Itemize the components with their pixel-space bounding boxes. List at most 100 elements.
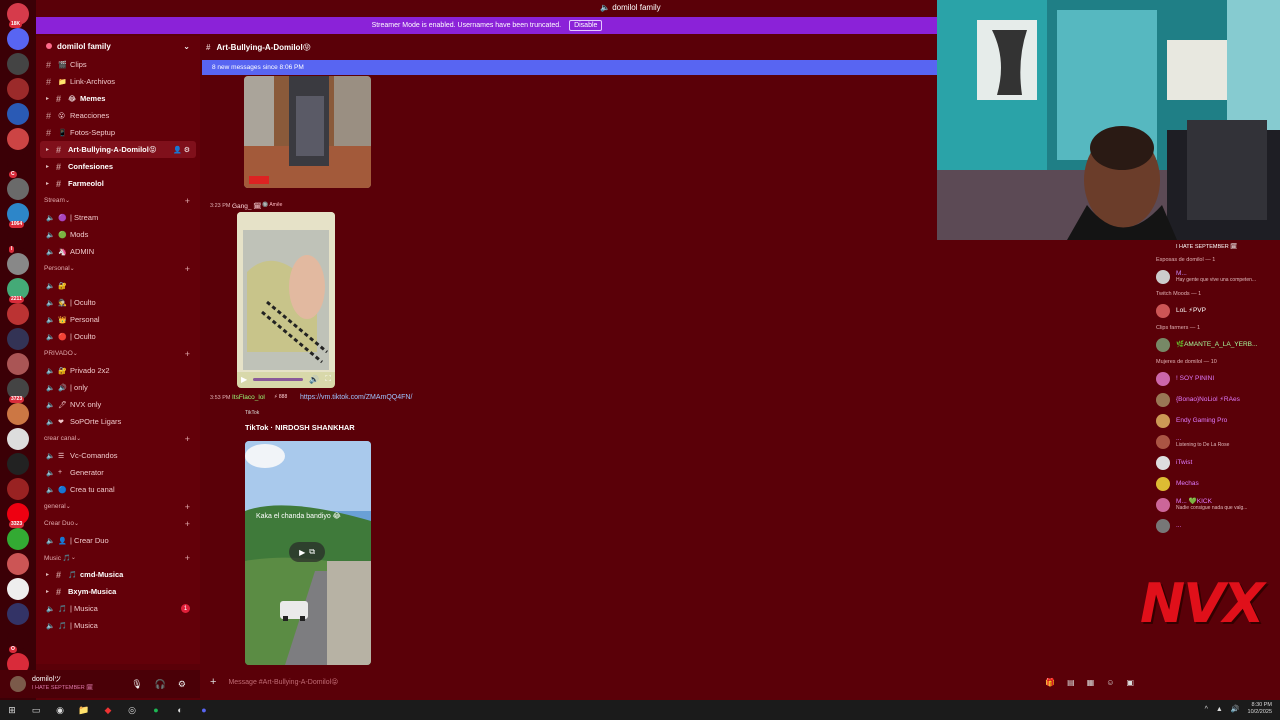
windows-start-icon[interactable]: ⊞ <box>0 700 24 720</box>
category-header[interactable]: Personal ⌄ + <box>36 260 200 277</box>
channel-item[interactable]: 🔈 + Generator <box>36 464 200 481</box>
server-icon[interactable] <box>7 553 29 575</box>
member-item[interactable]: ... Listening to De La Rose <box>1150 431 1280 452</box>
channel-4[interactable]: # 📱 Fotos-Septup <box>36 124 200 141</box>
network-icon[interactable]: ▲ <box>1216 706 1223 713</box>
terminal-icon[interactable]: ▭ <box>24 700 48 720</box>
spotify-icon[interactable]: ● <box>144 700 168 720</box>
channel-item[interactable]: 🔈 ☰ Vc-Comandos <box>36 447 200 464</box>
channel-item[interactable]: 🔈 🔐 <box>36 277 200 294</box>
volume-icon[interactable]: 🔊 <box>1231 705 1240 713</box>
server-icon[interactable] <box>7 178 29 200</box>
emoji-icon[interactable]: ☺ <box>1106 678 1114 687</box>
category-header[interactable]: PRIVADO ⌄ + <box>36 345 200 362</box>
add-channel-icon[interactable]: + <box>185 196 190 206</box>
server-icon[interactable]: I <box>7 228 29 253</box>
category-header[interactable]: crear canal ⌄ + <box>36 430 200 447</box>
server-icon[interactable] <box>7 428 29 450</box>
chevron-up-icon[interactable]: ^ <box>1205 706 1208 713</box>
channel-5[interactable]: ▸ # Art-Bullying-A-Domilol😝 👤 ⚙ <box>40 141 196 158</box>
server-icon[interactable] <box>7 128 29 150</box>
channel-item[interactable]: 🔈 👑 Personal <box>36 311 200 328</box>
member-item[interactable]: 🌿AMANTE_A_LA_YERB... <box>1150 334 1280 355</box>
server-icon[interactable]: C <box>7 153 29 178</box>
channel-6[interactable]: ▸ # Confesiones <box>36 158 200 175</box>
channel-settings-icon[interactable]: 👤 ⚙ <box>173 146 190 154</box>
chrome-icon[interactable]: ◉ <box>48 700 72 720</box>
message-video[interactable] <box>237 212 335 388</box>
microphone-icon[interactable]: 🎙 <box>131 679 142 690</box>
embed-title[interactable]: TikTok · NIRDOSH SHANKHAR <box>245 423 355 432</box>
channel-item[interactable]: 🔈 🎵 | Musica 1 <box>36 600 200 617</box>
server-header[interactable]: domilol family ⌄ <box>36 36 200 56</box>
volume-icon[interactable]: 🔊 <box>309 375 319 384</box>
add-channel-icon[interactable]: + <box>185 502 190 512</box>
channel-item[interactable]: 🔈 👤 | Crear Duo <box>36 532 200 549</box>
server-icon[interactable] <box>7 603 29 625</box>
channel-7[interactable]: ▸ # Farmeolol <box>36 175 200 192</box>
category-header[interactable]: Stream ⌄ + <box>36 192 200 209</box>
server-icon[interactable] <box>7 353 29 375</box>
clock[interactable]: 8:30 PM 10/2/2025 <box>1248 702 1272 716</box>
channel-item[interactable]: 🔈 🔐 Privado 2x2 <box>36 362 200 379</box>
member-item[interactable]: ... <box>1150 515 1280 536</box>
server-icon[interactable] <box>7 328 29 350</box>
plus-icon[interactable]: + <box>210 676 216 688</box>
add-channel-icon[interactable]: + <box>185 264 190 274</box>
member-item[interactable]: Endy Gaming Pro <box>1150 410 1280 431</box>
channel-item[interactable]: ▸ # Bxym-Musica <box>36 583 200 600</box>
new-messages-bar[interactable]: 8 new messages since 8:06 PM <box>202 60 938 75</box>
server-icon[interactable]: 18K <box>7 3 29 28</box>
gift-icon[interactable]: 🎁 <box>1045 678 1055 687</box>
server-icon[interactable] <box>7 403 29 425</box>
channel-item[interactable]: 🔈 🖊 NVX only <box>36 396 200 413</box>
category-header[interactable]: general ⌄ + <box>36 498 200 515</box>
message-author[interactable]: Gang_ 🗓 <box>232 202 262 210</box>
server-icon[interactable] <box>7 578 29 600</box>
sticker-icon[interactable]: ▦ <box>1087 678 1095 687</box>
disable-streamer-mode-button[interactable]: Disable <box>569 20 603 31</box>
server-icon[interactable]: O <box>7 628 29 653</box>
server-icon[interactable] <box>7 53 29 75</box>
add-channel-icon[interactable]: + <box>185 553 190 563</box>
server-icon[interactable] <box>7 78 29 100</box>
channel-2[interactable]: ▸ # 😂 Memes <box>36 90 200 107</box>
member-item[interactable]: iTwist <box>1150 452 1280 473</box>
server-icon[interactable] <box>7 28 29 50</box>
member-item[interactable]: Mechas <box>1150 473 1280 494</box>
channel-0[interactable]: # 🎬 Clips <box>36 56 200 73</box>
server-icon[interactable] <box>7 253 29 275</box>
headphones-icon[interactable]: 🎧 <box>155 679 166 690</box>
fullscreen-icon[interactable]: ⛶ <box>325 374 331 384</box>
member-item[interactable]: LoL ⚡PVP <box>1150 300 1280 321</box>
server-icon[interactable]: 3723 <box>7 378 29 403</box>
server-icon[interactable] <box>7 453 29 475</box>
tiktok-link[interactable]: https://vm.tiktok.com/ZMAmQQ4FN/ <box>300 394 412 401</box>
member-item[interactable]: {Bonao}NoLiol ⚡RAes <box>1150 389 1280 410</box>
add-channel-icon[interactable]: + <box>185 519 190 529</box>
apps-icon[interactable]: ▣ <box>1126 678 1134 687</box>
member-item[interactable]: M... Hay gente que vive una competen... <box>1150 266 1280 287</box>
gear-icon[interactable]: ⚙ <box>178 679 186 690</box>
channel-item[interactable]: ▸ # 🎵 cmd-Musica <box>36 566 200 583</box>
channel-item[interactable]: 🔈 🟣 | Stream <box>36 209 200 226</box>
message-image[interactable] <box>244 76 371 188</box>
server-icon[interactable] <box>7 303 29 325</box>
channel-item[interactable]: 🔈 🦄 ADMIN <box>36 243 200 260</box>
add-channel-icon[interactable]: + <box>185 349 190 359</box>
message-author[interactable]: ItsFlaco_lol <box>232 394 265 401</box>
server-icon[interactable]: 1064 <box>7 203 29 228</box>
server-icon[interactable] <box>7 103 29 125</box>
server-icon[interactable] <box>7 528 29 550</box>
avatar[interactable] <box>10 676 26 692</box>
channel-item[interactable]: 🔈 🔴 | Oculto <box>36 328 200 345</box>
obs-icon[interactable]: ◐ <box>168 700 192 720</box>
channel-item[interactable]: 🔈 🔵 Crea tu canal <box>36 481 200 498</box>
server-icon[interactable]: 2211 <box>7 278 29 303</box>
add-channel-icon[interactable]: + <box>185 434 190 444</box>
channel-item[interactable]: 🔈 🔊 | only <box>36 379 200 396</box>
play-icon[interactable]: ▶ <box>241 375 247 384</box>
message-composer[interactable]: + Message #Art-Bullying-A-Domilol😝 🎁 ▤ ▦… <box>202 671 1140 693</box>
channel-item[interactable]: 🔈 🎵 | Musica <box>36 617 200 634</box>
channel-item[interactable]: 🔈 ❤ SoPOrte Ligars <box>36 413 200 430</box>
